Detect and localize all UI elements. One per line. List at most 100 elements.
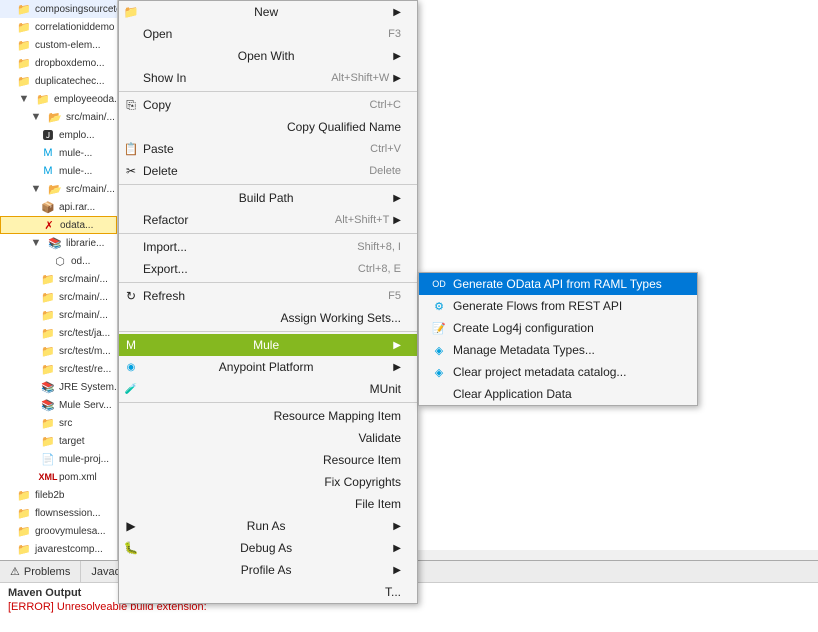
menu-item-build-path[interactable]: Build Path ▶ — [119, 187, 417, 209]
sidebar-item-emplo[interactable]: 🅹 emplo... — [0, 126, 117, 144]
anypoint-icon: ◉ — [123, 359, 139, 375]
sidebar-item-label: emplo... — [59, 130, 95, 141]
sidebar-item-label: src/main/... — [59, 292, 108, 303]
sidebar-item-javarestcomp[interactable]: 📁 javarestcomp... — [0, 540, 117, 558]
menu-item-open[interactable]: Open F3 — [119, 23, 417, 45]
sidebar-item-src-main[interactable]: ▼ 📂 src/main/... — [0, 108, 117, 126]
menu-item-assign-working[interactable]: Assign Working Sets... — [119, 307, 417, 329]
file-icon: 🅹 — [40, 127, 56, 143]
sidebar-item-odata[interactable]: ✗ odata... — [0, 216, 117, 234]
menu-item-mule[interactable]: M Mule ▶ — [119, 334, 417, 356]
menu-item-t[interactable]: T... — [119, 581, 417, 603]
sidebar-item-od[interactable]: ⬡ od... — [0, 252, 117, 270]
menu-item-copy-qualified[interactable]: Copy Qualified Name — [119, 116, 417, 138]
tab-problems[interactable]: ⚠ Problems — [0, 561, 81, 582]
menu-item-fix-copyrights[interactable]: Fix Copyrights — [119, 471, 417, 493]
mule-icon: M — [40, 145, 56, 161]
sidebar-item-target[interactable]: 📁 target — [0, 432, 117, 450]
error-file-icon: ✗ — [41, 217, 57, 233]
sidebar-item-src-main3[interactable]: 📁 src/main/... — [0, 270, 117, 288]
project-icon: 📁 — [16, 37, 32, 53]
sidebar-item-correlationiddemo[interactable]: 📁 correlationiddemo — [0, 18, 117, 36]
menu-item-file-item[interactable]: File Item — [119, 493, 417, 515]
sidebar-item-flownsession[interactable]: 📁 flownsession... — [0, 504, 117, 522]
project-icon: 📁 — [16, 505, 32, 521]
sidebar-item-src-test2[interactable]: 📁 src/test/m... — [0, 342, 117, 360]
menu-item-import[interactable]: Import... Shift+8, I — [119, 236, 417, 258]
xml-icon: XML — [40, 469, 56, 485]
mule-submenu: OD Generate OData API from RAML Types ⚙ … — [418, 272, 698, 406]
sidebar-item-librarie[interactable]: ▼ 📚 librarie... — [0, 234, 117, 252]
menu-item-paste[interactable]: 📋 Paste Ctrl+V — [119, 138, 417, 160]
submenu-item-clear-app-data[interactable]: Clear Application Data — [419, 383, 697, 405]
folder-icon: 📁 — [40, 307, 56, 323]
sidebar-item-src-main5[interactable]: 📁 src/main/... — [0, 306, 117, 324]
project-icon: 📁 — [16, 523, 32, 539]
sidebar-item-composingsourcetest[interactable]: 📁 composingsourcetest — [0, 0, 117, 18]
menu-item-open-with[interactable]: Open With ▶ — [119, 45, 417, 67]
sidebar-item-custom-elem[interactable]: 📁 custom-elem... — [0, 36, 117, 54]
menu-item-show-in[interactable]: Show In Alt+Shift+W ▶ — [119, 67, 417, 89]
folder-icon: 📁 — [40, 361, 56, 377]
sidebar-item-label: target — [59, 436, 85, 447]
menu-item-munit[interactable]: 🧪 MUnit — [119, 378, 417, 400]
sidebar-item-fileb2b[interactable]: 📁 fileb2b — [0, 486, 117, 504]
arrow-icon: ▶ — [393, 193, 401, 204]
project-icon: 📁 — [16, 19, 32, 35]
sidebar-item-src2[interactable]: 📁 src — [0, 414, 117, 432]
sidebar-item-groovymulesa[interactable]: 📁 groovymulesa... — [0, 522, 117, 540]
sidebar-item-dropboxdemo[interactable]: 📁 dropboxdemo... — [0, 54, 117, 72]
menu-item-run-as[interactable]: ▶ Run As ▶ — [119, 515, 417, 537]
menu-item-copy[interactable]: ⎘ Copy Ctrl+C — [119, 94, 417, 116]
submenu-item-manage-metadata[interactable]: ◈ Manage Metadata Types... — [419, 339, 697, 361]
resource-item-icon — [123, 452, 139, 468]
sidebar-item-jre-system[interactable]: 📚 JRE System... — [0, 378, 117, 396]
menu-item-delete[interactable]: ✂ Delete Delete — [119, 160, 417, 182]
sidebar-item-src-test1[interactable]: 📁 src/test/ja... — [0, 324, 117, 342]
jar-icon: ⬡ — [52, 253, 68, 269]
sidebar-item-mule-serv[interactable]: 📚 Mule Serv... — [0, 396, 117, 414]
folder-expand-icon: ▼ — [28, 235, 44, 251]
menu-item-new[interactable]: 📁 New ▶ — [119, 1, 417, 23]
project-icon: 📁 — [16, 55, 32, 71]
project-expand-icon: ▼ — [16, 91, 32, 107]
menu-item-validate[interactable]: Validate — [119, 427, 417, 449]
sidebar-item-src-test3[interactable]: 📁 src/test/re... — [0, 360, 117, 378]
submenu-item-create-log4j[interactable]: 📝 Create Log4j configuration — [419, 317, 697, 339]
arrow-icon: ▶ — [393, 340, 401, 351]
menu-item-anypoint[interactable]: ◉ Anypoint Platform ▶ — [119, 356, 417, 378]
menu-item-export[interactable]: Export... Ctrl+8, E — [119, 258, 417, 280]
menu-item-resource-mapping[interactable]: Resource Mapping Item — [119, 405, 417, 427]
t-icon — [123, 584, 139, 600]
sidebar-item-duplicatecheck[interactable]: 📁 duplicatechec... — [0, 72, 117, 90]
sidebar-item-label: dropboxdemo... — [35, 58, 105, 69]
sidebar-item-label: odata... — [60, 220, 93, 231]
submenu-item-generate-flows[interactable]: ⚙ Generate Flows from REST API — [419, 295, 697, 317]
sidebar-item-label: src/test/ja... — [59, 328, 110, 339]
sidebar-item-label: groovymulesa... — [35, 526, 106, 537]
generate-odata-icon: OD — [431, 276, 447, 292]
sidebar-item-api-rar[interactable]: 📦 api.rar... — [0, 198, 117, 216]
menu-item-debug-as[interactable]: 🐛 Debug As ▶ — [119, 537, 417, 559]
sidebar-item-mule2[interactable]: M mule-... — [0, 162, 117, 180]
sidebar-item-label: custom-elem... — [35, 40, 101, 51]
sidebar-item-mule1[interactable]: M mule-... — [0, 144, 117, 162]
submenu-item-generate-odata[interactable]: OD Generate OData API from RAML Types — [419, 273, 697, 295]
sidebar-item-src-main2[interactable]: ▼ 📂 src/main/... — [0, 180, 117, 198]
separator — [119, 282, 417, 283]
file-item-icon — [123, 496, 139, 512]
project-icon: 📁 — [16, 541, 32, 557]
sidebar-item-pom-xml[interactable]: XML pom.xml — [0, 468, 117, 486]
menu-item-refresh[interactable]: ↻ Refresh F5 — [119, 285, 417, 307]
menu-item-refactor[interactable]: Refactor Alt+Shift+T ▶ — [119, 209, 417, 231]
arrow-icon: ▶ — [393, 543, 401, 554]
munit-icon: 🧪 — [123, 381, 139, 397]
copy-qualified-icon — [123, 119, 139, 135]
submenu-item-clear-catalog[interactable]: ◈ Clear project metadata catalog... — [419, 361, 697, 383]
mule-menu-icon: M — [123, 337, 139, 353]
sidebar-item-mule-proj[interactable]: 📄 mule-proj... — [0, 450, 117, 468]
sidebar-item-src-main4[interactable]: 📁 src/main/... — [0, 288, 117, 306]
sidebar-item-employeeoda[interactable]: ▼ 📁 employeeoda... — [0, 90, 117, 108]
menu-item-profile-as[interactable]: Profile As ▶ — [119, 559, 417, 581]
menu-item-resource-item[interactable]: Resource Item — [119, 449, 417, 471]
